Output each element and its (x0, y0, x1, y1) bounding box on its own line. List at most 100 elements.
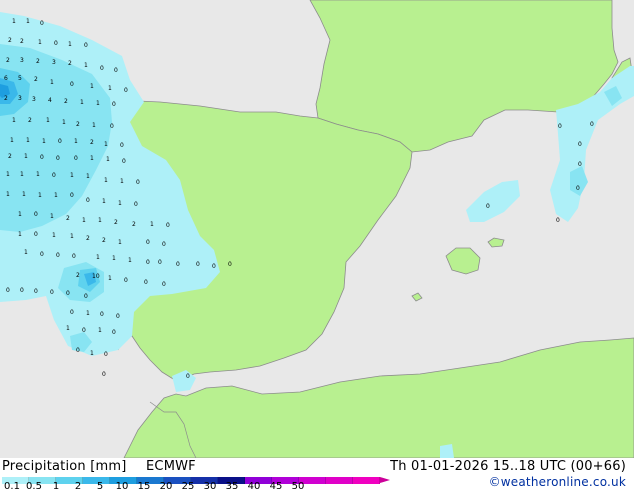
color-scale-bar (2, 477, 390, 484)
precip-value-label: 2 (76, 121, 80, 128)
precip-value-label: 3 (32, 96, 36, 103)
precip-value-label: 1 (50, 213, 54, 220)
scale-tick-label: 20 (159, 481, 173, 492)
precip-value-label: 1 (104, 177, 108, 184)
precip-value-label: 2 (114, 219, 118, 226)
precip-value-label: 1 (12, 117, 16, 124)
precip-value-label: 1 (24, 249, 28, 256)
precip-value-label: 0 (146, 259, 150, 266)
precip-value-label: 0 (162, 281, 166, 288)
precip-value-label: 0 (578, 161, 582, 168)
precip-value-label: 0 (76, 347, 80, 354)
precip-value-label: 1 (128, 257, 132, 264)
precip-value-label: 0 (486, 203, 490, 210)
scale-swatch (353, 477, 380, 484)
precip-value-label: 2 (4, 95, 8, 102)
precip-value-label: 2 (76, 272, 80, 279)
precip-value-label: 0 (120, 142, 124, 149)
precip-value-label: 0 (136, 179, 140, 186)
precip-value-label: 0 (70, 81, 74, 88)
precip-value-label: 1 (96, 100, 100, 107)
precip-value-label: 0 (6, 287, 10, 294)
precip-value-label: 0 (166, 222, 170, 229)
precip-value-label: 2 (132, 221, 136, 228)
precip-value-label: 2 (90, 139, 94, 146)
precip-value-label: 1 (92, 122, 96, 129)
precip-value-label: 1 (26, 18, 30, 25)
precip-value-label: 0 (70, 309, 74, 316)
precip-value-label: 1 (6, 171, 10, 178)
precip-value-label: 0 (56, 155, 60, 162)
scale-arrow-icon (380, 477, 390, 483)
precip-value-label: 2 (36, 58, 40, 65)
precip-value-label: 1 (108, 275, 112, 282)
precip-value-label: 0 (556, 217, 560, 224)
precip-value-label: 0 (40, 20, 44, 27)
precip-value-label: 0 (146, 239, 150, 246)
precip-value-label: 1 (104, 141, 108, 148)
precip-value-label: 0 (558, 123, 562, 130)
scale-tick-label: 45 (269, 481, 283, 492)
precip-value-label: 2 (102, 237, 106, 244)
precip-value-label: 0 (100, 65, 104, 72)
precip-value-label: 0 (124, 87, 128, 94)
precip-value-label: 1 (12, 18, 16, 25)
precip-value-label: 1 (118, 239, 122, 246)
precip-value-label: 0 (162, 241, 166, 248)
precip-value-label: 2 (28, 117, 32, 124)
precip-value-label: 1 (96, 254, 100, 261)
precip-value-label: 1 (6, 191, 10, 198)
precip-value-label: 0 (40, 154, 44, 161)
precip-value-label: 1 (54, 192, 58, 199)
precip-value-label: 0 (590, 121, 594, 128)
credit-link[interactable]: ©weatheronline.co.uk (489, 475, 626, 489)
precip-value-label: 0 (228, 261, 232, 268)
precip-value-label: 0 (34, 231, 38, 238)
precip-value-label: 0 (110, 123, 114, 130)
precip-value-label: 0 (158, 259, 162, 266)
precip-value-label: 4 (48, 97, 52, 104)
scale-tick-label: 1 (52, 481, 60, 492)
precip-value-label: 1 (106, 156, 110, 163)
precip-value-label: 1 (86, 173, 90, 180)
precip-value-label: 1 (90, 350, 94, 357)
precip-value-label: 0 (196, 261, 200, 268)
precip-value-label: 0 (86, 197, 90, 204)
precip-value-label: 3 (52, 59, 56, 66)
precip-value-label: 1 (50, 79, 54, 86)
precip-value-label: 1 (108, 85, 112, 92)
precip-value-label: 0 (122, 158, 126, 165)
precip-value-label: 0 (112, 101, 116, 108)
precip-value-label: 0 (134, 201, 138, 208)
precip-value-label: 1 (84, 62, 88, 69)
precip-value-label: 0 (116, 313, 120, 320)
precip-value-label: 1 (38, 39, 42, 46)
precip-value-label: 1 (70, 172, 74, 179)
precip-value-label: 1 (62, 119, 66, 126)
scale-tick-label: 50 (291, 481, 305, 492)
precip-value-label: 1 (112, 255, 116, 262)
precip-value-label: 0 (74, 155, 78, 162)
precip-value-label: 2 (68, 60, 72, 67)
precip-value-label: 1 (36, 171, 40, 178)
scale-tick-label: 0.5 (26, 481, 42, 492)
precip-value-label: 1 (70, 233, 74, 240)
precip-value-label: 0 (186, 373, 190, 380)
precip-value-label: 0 (578, 141, 582, 148)
precip-value-label: 6 (4, 75, 8, 82)
precip-value-label: 0 (176, 261, 180, 268)
precip-value-label: 0 (50, 289, 54, 296)
precip-value-label: 1 (90, 83, 94, 90)
precip-value-label: 1 (68, 41, 72, 48)
precip-value-label: 2 (66, 215, 70, 222)
scale-tick-label: 0.1 (4, 481, 20, 492)
scale-tick-label: 10 (115, 481, 129, 492)
precip-value-label: 1 (80, 99, 84, 106)
precip-value-label: 2 (20, 38, 24, 45)
precip-value-label: 2 (6, 57, 10, 64)
precip-value-label: 1 (20, 171, 24, 178)
scale-tick-label: 40 (247, 481, 261, 492)
precip-value-label: 2 (8, 153, 12, 160)
scale-tick-label: 15 (137, 481, 151, 492)
precip-value-label: 1 (18, 231, 22, 238)
